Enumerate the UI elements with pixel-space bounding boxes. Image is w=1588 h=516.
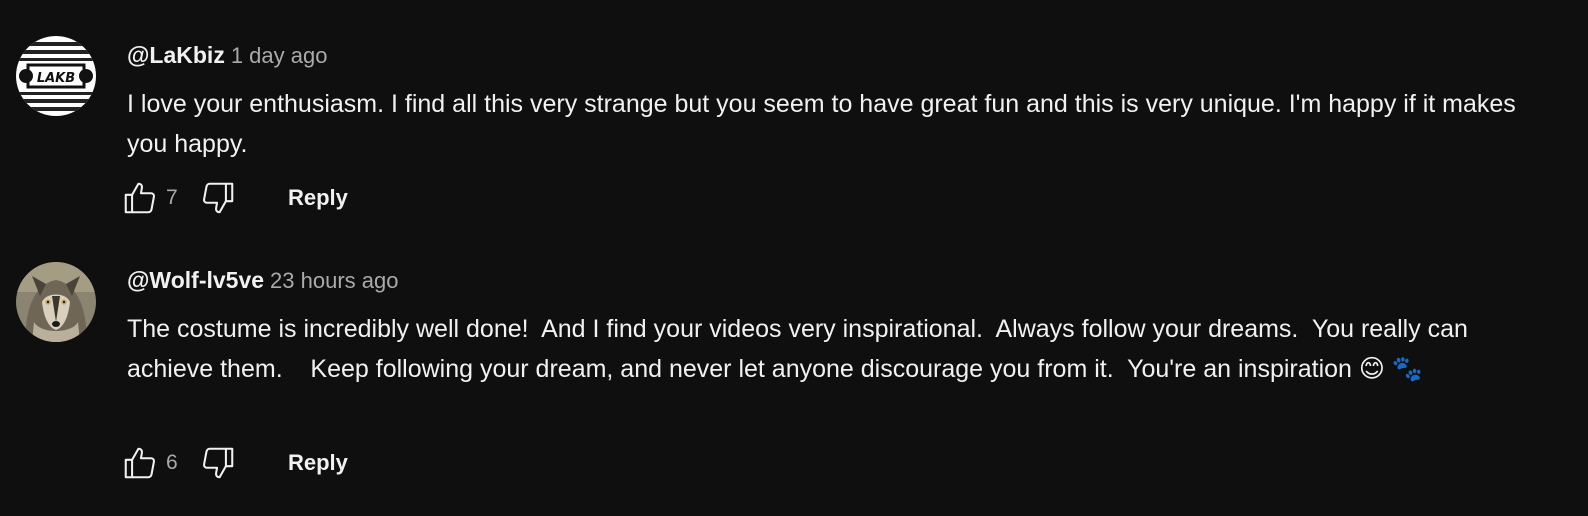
comment-timestamp[interactable]: 23 hours ago (270, 268, 398, 293)
comment-body: @LaKbiz 1 day ago I love your enthusiasm.… (127, 40, 1537, 164)
svg-text:LAKB: LAKB (37, 71, 75, 86)
thumbs-up-icon (124, 182, 156, 214)
like-button[interactable] (120, 443, 160, 483)
dislike-button[interactable] (198, 178, 238, 218)
comment-thread: @Wolf-lv5ve 23 hours ago The costume is i… (0, 240, 1588, 516)
dislike-button[interactable] (198, 443, 238, 483)
comment-toolbar: 6 Reply (120, 443, 348, 483)
comment-header: @LaKbiz 1 day ago (127, 40, 1537, 70)
comment-thread: LAKB @LaKbiz 1 day ago I love your enthus… (0, 0, 1588, 240)
like-button[interactable] (120, 178, 160, 218)
thumbs-down-icon (202, 182, 234, 214)
comment-text: I love your enthusiasm. I find all this … (127, 90, 1523, 158)
comment-timestamp[interactable]: 1 day ago (231, 43, 328, 68)
comment-toolbar: 7 Reply (120, 178, 348, 218)
like-count: 6 (166, 451, 178, 474)
author-name[interactable]: @LaKbiz (127, 42, 225, 68)
reply-button[interactable]: Reply (288, 450, 348, 476)
comment-body: @Wolf-lv5ve 23 hours ago The costume is i… (127, 265, 1537, 389)
thumbs-down-icon (202, 447, 234, 479)
like-count: 7 (166, 186, 178, 209)
avatar[interactable]: LAKB (16, 36, 96, 116)
avatar[interactable] (16, 262, 96, 342)
comment-text: The costume is incredibly well done! And… (127, 315, 1475, 383)
comment-header: @Wolf-lv5ve 23 hours ago (127, 265, 1537, 295)
reply-button[interactable]: Reply (288, 185, 348, 211)
author-name[interactable]: @Wolf-lv5ve (127, 267, 264, 293)
thumbs-up-icon (124, 447, 156, 479)
